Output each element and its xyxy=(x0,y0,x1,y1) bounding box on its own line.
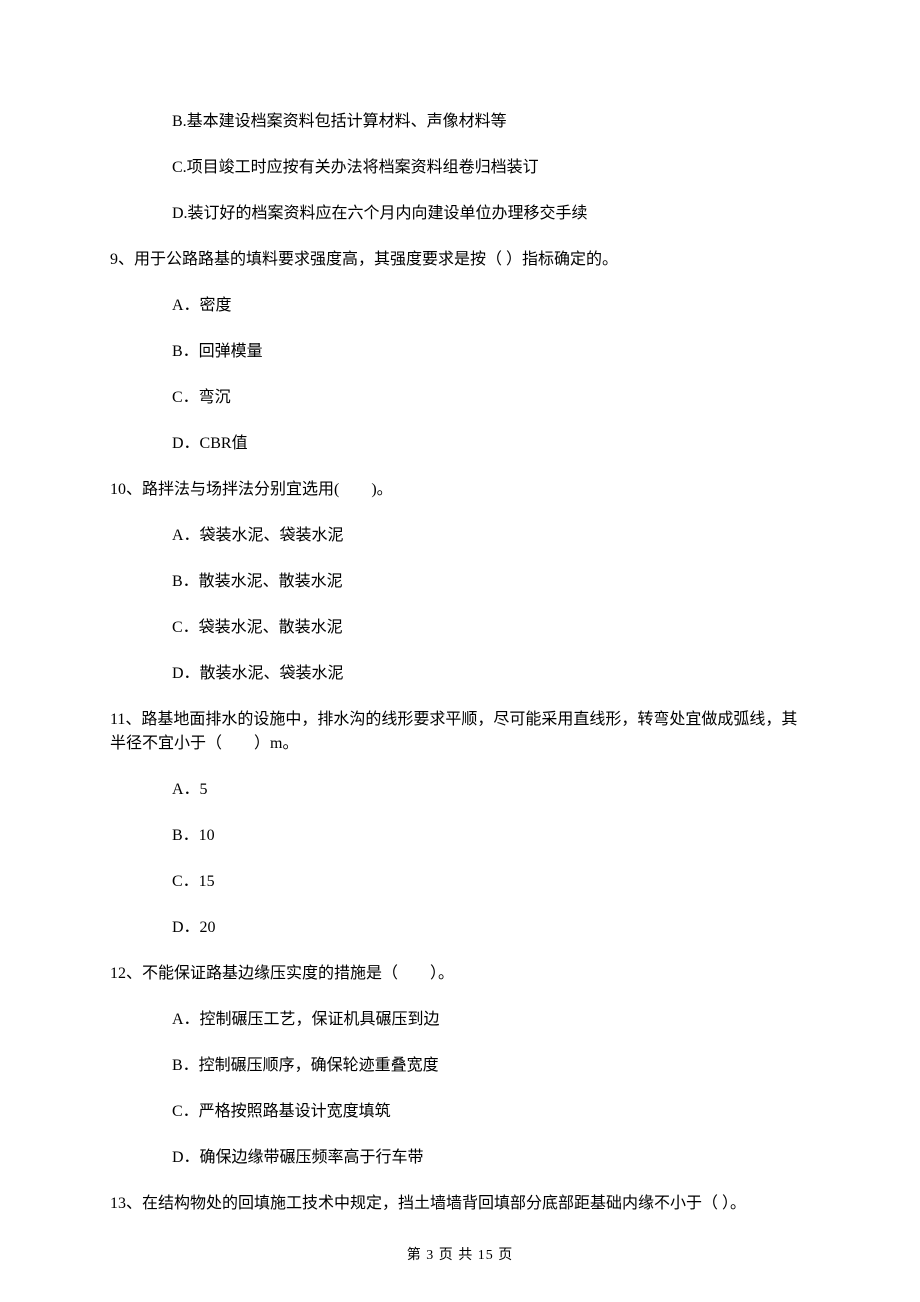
page-container: B.基本建设档案资料包括计算材料、声像材料等 C.项目竣工时应按有关办法将档案资… xyxy=(0,0,920,1302)
q9-option-c: C．弯沉 xyxy=(172,386,810,410)
q11-option-a: A．5 xyxy=(172,778,810,802)
q11-option-b: B．10 xyxy=(172,824,810,848)
q12-option-a: A．控制碾压工艺，保证机具碾压到边 xyxy=(172,1008,810,1032)
q11-stem: 11、路基地面排水的设施中，排水沟的线形要求平顺，尽可能采用直线形，转弯处宜做成… xyxy=(110,708,810,756)
q8-option-b: B.基本建设档案资料包括计算材料、声像材料等 xyxy=(172,110,810,134)
q11-option-c: C．15 xyxy=(172,870,810,894)
q10-option-c: C．袋装水泥、散装水泥 xyxy=(172,616,810,640)
q8-option-d: D.装订好的档案资料应在六个月内向建设单位办理移交手续 xyxy=(172,202,810,226)
q13-stem: 13、在结构物处的回填施工技术中规定，挡土墙墙背回填部分底部距基础内缘不小于（ … xyxy=(110,1192,810,1216)
q10-option-a: A．袋装水泥、袋装水泥 xyxy=(172,524,810,548)
q8-option-c: C.项目竣工时应按有关办法将档案资料组卷归档装订 xyxy=(172,156,810,180)
q9-stem: 9、用于公路路基的填料要求强度高，其强度要求是按（ ）指标确定的。 xyxy=(110,248,810,272)
q12-option-d: D．确保边缘带碾压频率高于行车带 xyxy=(172,1146,810,1170)
q9-option-a: A．密度 xyxy=(172,294,810,318)
page-footer: 第 3 页 共 15 页 xyxy=(0,1245,920,1266)
q10-option-b: B．散装水泥、散装水泥 xyxy=(172,570,810,594)
q12-stem: 12、不能保证路基边缘压实度的措施是（ ）。 xyxy=(110,962,810,986)
q12-option-c: C．严格按照路基设计宽度填筑 xyxy=(172,1100,810,1124)
q10-option-d: D．散装水泥、袋装水泥 xyxy=(172,662,810,686)
q9-option-d: D．CBR值 xyxy=(172,432,810,456)
q10-stem: 10、路拌法与场拌法分别宜选用( )。 xyxy=(110,478,810,502)
q12-option-b: B．控制碾压顺序，确保轮迹重叠宽度 xyxy=(172,1054,810,1078)
q9-option-b: B．回弹模量 xyxy=(172,340,810,364)
q11-option-d: D．20 xyxy=(172,916,810,940)
